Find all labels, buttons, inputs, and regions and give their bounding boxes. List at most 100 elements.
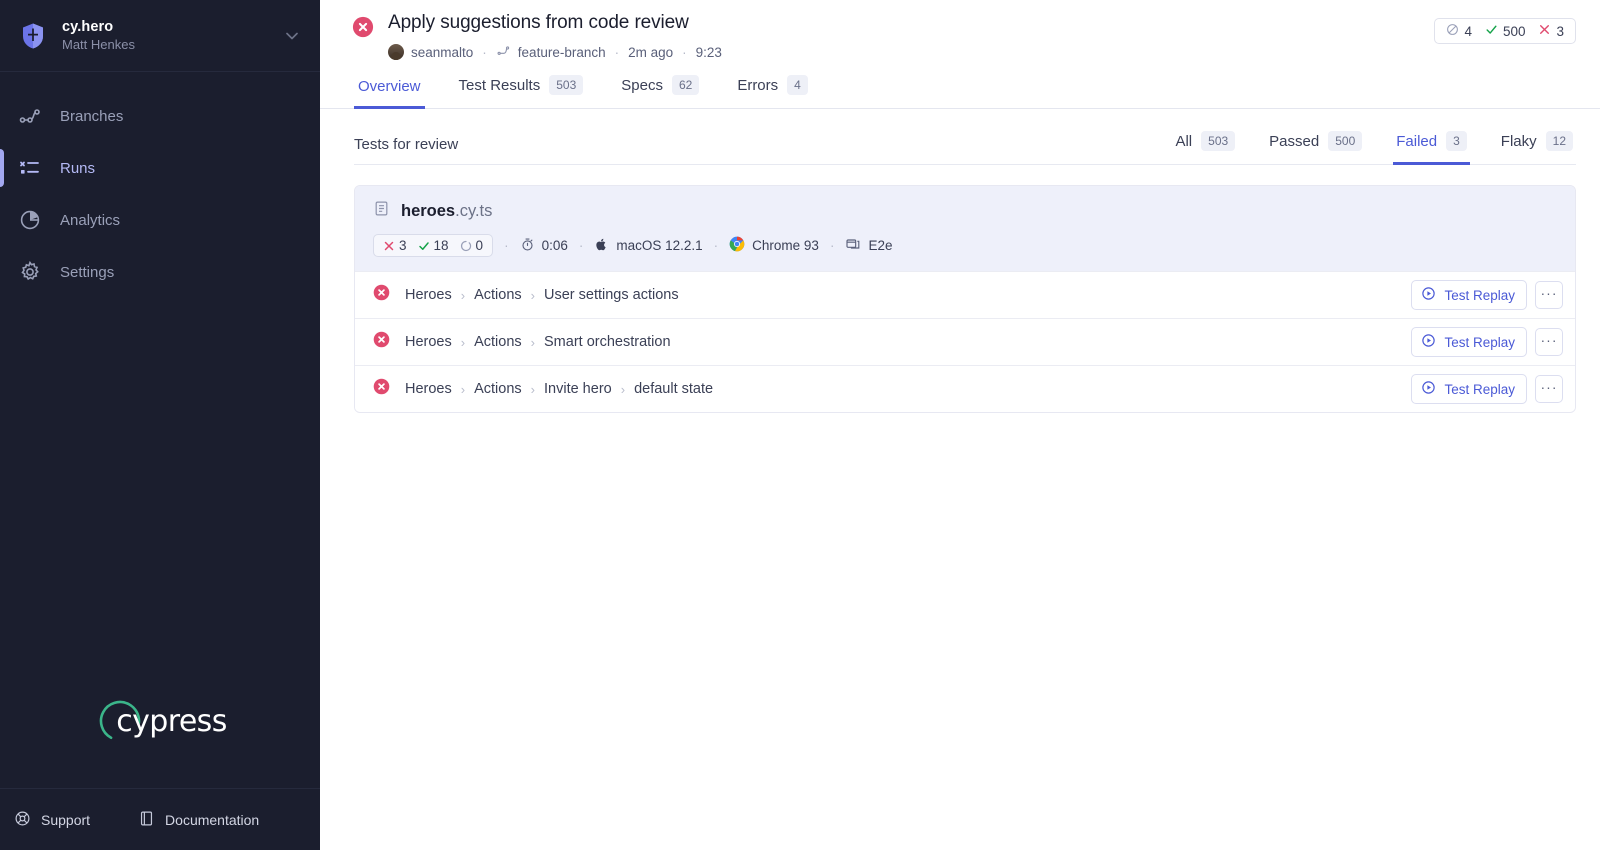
- support-label: Support: [41, 812, 90, 828]
- meta-separator: ·: [482, 45, 487, 60]
- row-more-menu-button[interactable]: ···: [1535, 375, 1563, 403]
- breadcrumb-item: Heroes: [405, 381, 452, 397]
- sidebar-item-analytics[interactable]: Analytics: [0, 194, 320, 246]
- shield-logo-icon: [18, 21, 48, 51]
- chevron-right-icon: ›: [531, 335, 535, 350]
- sidebar-item-label: Branches: [60, 108, 123, 125]
- meta-separator: ·: [615, 45, 620, 60]
- author-name: seanmalto: [411, 45, 473, 60]
- sidebar-item-label: Analytics: [60, 212, 120, 229]
- spec-results-badge: 3 18: [373, 234, 493, 257]
- spec-passed: 18: [418, 238, 449, 253]
- chevron-down-icon[interactable]: [282, 26, 302, 46]
- failed-count: 3: [1538, 23, 1564, 39]
- e2e-browser-icon: [845, 236, 861, 255]
- org-switcher[interactable]: cy.hero Matt Henkes: [0, 0, 320, 72]
- tab-label: Test Results: [459, 77, 541, 94]
- run-branch[interactable]: feature-branch: [496, 43, 606, 61]
- sidebar-footer: Support Documentation: [0, 788, 320, 850]
- org-owner: Matt Henkes: [62, 37, 282, 52]
- filter-passed[interactable]: Passed 500: [1266, 131, 1365, 165]
- filter-flaky[interactable]: Flaky 12: [1498, 131, 1576, 165]
- run-duration: 9:23: [696, 45, 722, 60]
- tab-badge: 62: [672, 75, 699, 95]
- filter-badge: 12: [1546, 131, 1573, 151]
- test-replay-button[interactable]: Test Replay: [1411, 280, 1527, 310]
- spec-skipped: 0: [460, 238, 484, 253]
- row-more-menu-button[interactable]: ···: [1535, 281, 1563, 309]
- support-link[interactable]: Support: [14, 810, 90, 830]
- filter-badge: 503: [1201, 131, 1235, 151]
- meta-separator: ·: [579, 238, 584, 253]
- table-row[interactable]: Heroes › Actions › User settings actions: [355, 271, 1575, 318]
- sidebar-item-branches[interactable]: Branches: [0, 90, 320, 142]
- result-filters: All 503 Passed 500 Failed 3 Flaky 12: [1172, 131, 1576, 165]
- filter-label: Passed: [1269, 133, 1319, 150]
- apple-icon: [594, 237, 609, 255]
- spec-file-basename: heroes: [401, 202, 455, 221]
- row-more-menu-button[interactable]: ···: [1535, 328, 1563, 356]
- play-circle-icon: [1421, 286, 1436, 304]
- skipped-count: 4: [1446, 23, 1472, 39]
- failed-value: 3: [1556, 24, 1564, 39]
- sidebar-item-label: Runs: [60, 160, 95, 177]
- skipped-value: 4: [1464, 24, 1472, 39]
- documentation-label: Documentation: [165, 812, 259, 828]
- tab-overview[interactable]: Overview: [354, 78, 425, 109]
- table-row[interactable]: Heroes › Actions › Smart orchestration: [355, 318, 1575, 365]
- tab-label: Specs: [621, 77, 663, 94]
- spec-meta: 3 18: [373, 234, 1557, 257]
- spec-os-value: macOS 12.2.1: [616, 238, 702, 253]
- app-root: cy.hero Matt Henkes Branches: [0, 0, 1600, 850]
- sidebar-spacer: [0, 298, 320, 694]
- filter-failed[interactable]: Failed 3: [1393, 131, 1470, 165]
- test-replay-button[interactable]: Test Replay: [1411, 327, 1527, 357]
- org-name: cy.hero: [62, 19, 282, 35]
- play-circle-icon: [1421, 380, 1436, 398]
- branch-name: feature-branch: [518, 45, 606, 60]
- spec-passed-value: 18: [434, 238, 449, 253]
- row-actions: Test Replay ···: [1411, 280, 1563, 310]
- section-title: Tests for review: [354, 136, 458, 165]
- row-actions: Test Replay ···: [1411, 374, 1563, 404]
- spec-card: heroes .cy.ts 3: [354, 185, 1576, 413]
- tab-badge: 4: [787, 75, 808, 95]
- test-replay-button[interactable]: Test Replay: [1411, 374, 1527, 404]
- sidebar-item-settings[interactable]: Settings: [0, 246, 320, 298]
- filter-label: Flaky: [1501, 133, 1537, 150]
- chevron-right-icon: ›: [461, 335, 465, 350]
- spec-browser-value: Chrome 93: [752, 238, 819, 253]
- tab-specs[interactable]: Specs 62: [617, 75, 703, 109]
- tab-test-results[interactable]: Test Results 503: [455, 75, 588, 109]
- documentation-link[interactable]: Documentation: [138, 810, 259, 830]
- breadcrumb: Heroes › Actions › User settings actions: [405, 287, 1411, 303]
- spec-duration-value: 0:06: [542, 238, 568, 253]
- run-author[interactable]: seanmalto: [388, 44, 473, 60]
- passed-value: 500: [1503, 24, 1526, 39]
- breadcrumb-item: User settings actions: [544, 287, 679, 303]
- table-row[interactable]: Heroes › Actions › Invite hero › default…: [355, 365, 1575, 412]
- meta-separator: ·: [504, 238, 509, 253]
- filter-all[interactable]: All 503: [1172, 131, 1238, 165]
- breadcrumb-item: Actions: [474, 334, 522, 350]
- row-actions: Test Replay ···: [1411, 327, 1563, 357]
- sidebar-item-label: Settings: [60, 264, 114, 281]
- spec-browser: Chrome 93: [729, 236, 819, 255]
- meta-separator: ·: [682, 45, 687, 60]
- avatar: [388, 44, 404, 60]
- skipped-circle-icon: [1446, 23, 1459, 39]
- tab-errors[interactable]: Errors 4: [733, 75, 812, 109]
- run-counts-summary: 4 500 3: [1434, 18, 1576, 44]
- cypress-logo: cypress: [0, 694, 320, 788]
- spec-duration: 0:06: [520, 237, 568, 255]
- sidebar-nav: Branches Runs: [0, 72, 320, 298]
- sidebar-item-runs[interactable]: Runs: [0, 142, 320, 194]
- spec-failed: 3: [383, 238, 407, 253]
- meta-separator: ·: [830, 238, 835, 253]
- spec-file-name[interactable]: heroes .cy.ts: [373, 200, 1557, 222]
- circle-dash-icon: [460, 240, 472, 252]
- filter-badge: 3: [1446, 131, 1467, 151]
- run-tabs: Overview Test Results 503 Specs 62 Error…: [354, 75, 1576, 108]
- chevron-right-icon: ›: [531, 288, 535, 303]
- spec-file-extension: .cy.ts: [455, 202, 492, 221]
